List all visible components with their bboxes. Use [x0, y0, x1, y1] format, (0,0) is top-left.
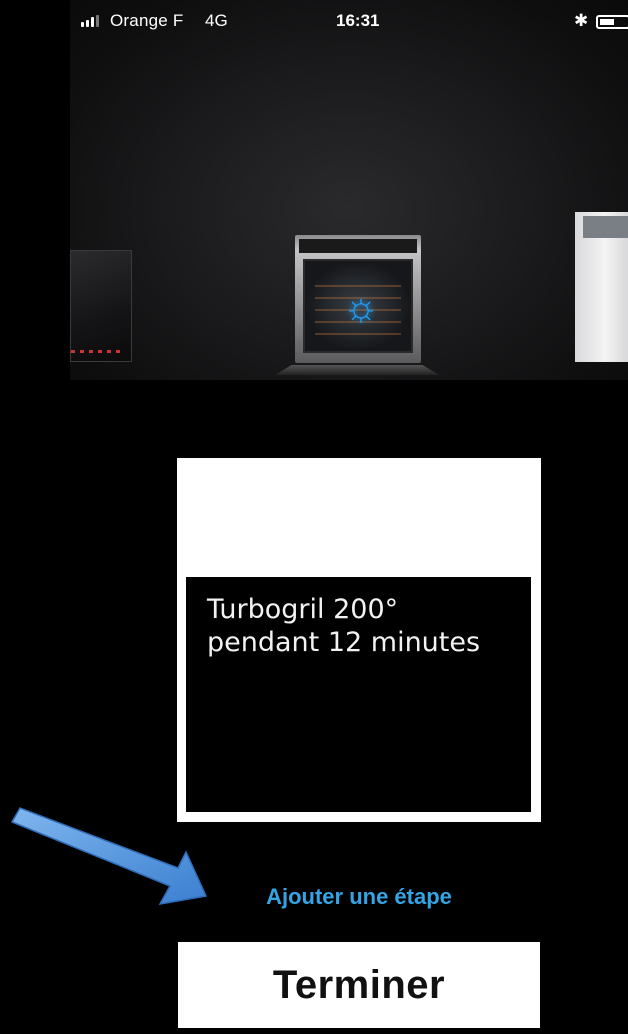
finish-button[interactable]: Terminer: [178, 942, 540, 1028]
dishwasher-rack: [583, 216, 628, 238]
carrier-name: Orange F: [110, 11, 184, 30]
status-time: 16:31: [336, 11, 380, 30]
appliance-cooktop[interactable]: [70, 250, 132, 362]
network-type: 4G: [205, 11, 228, 30]
turbogril-mode-icon: ☼: [342, 285, 380, 329]
annotation-arrow: [10, 807, 208, 906]
appliance-oven[interactable]: ☼: [295, 235, 421, 363]
appliance-carousel[interactable]: Orange F 4G 16:31 ✱ ☼: [70, 0, 628, 380]
oven-control-panel: [299, 239, 417, 253]
annotation-arrow-shape: [10, 807, 208, 906]
program-step-panel: Turbogril 200° pendant 12 minutes: [186, 577, 531, 812]
signal-strength-icon: [81, 15, 99, 27]
bluetooth-icon: ✱: [574, 11, 589, 30]
appliance-dishwasher[interactable]: [575, 212, 628, 362]
oven-stand: [275, 365, 439, 375]
app-stage: Orange F 4G 16:31 ✱ ☼ Turbogril 200° pen…: [0, 0, 628, 1034]
oven-window: ☼: [303, 259, 413, 353]
battery-icon: [596, 15, 628, 29]
program-step-card[interactable]: Turbogril 200° pendant 12 minutes: [177, 458, 541, 822]
status-bar: Orange F 4G 16:31 ✱: [70, 0, 628, 44]
program-step-text: Turbogril 200° pendant 12 minutes: [207, 594, 481, 658]
cooktop-controls: [71, 350, 121, 353]
